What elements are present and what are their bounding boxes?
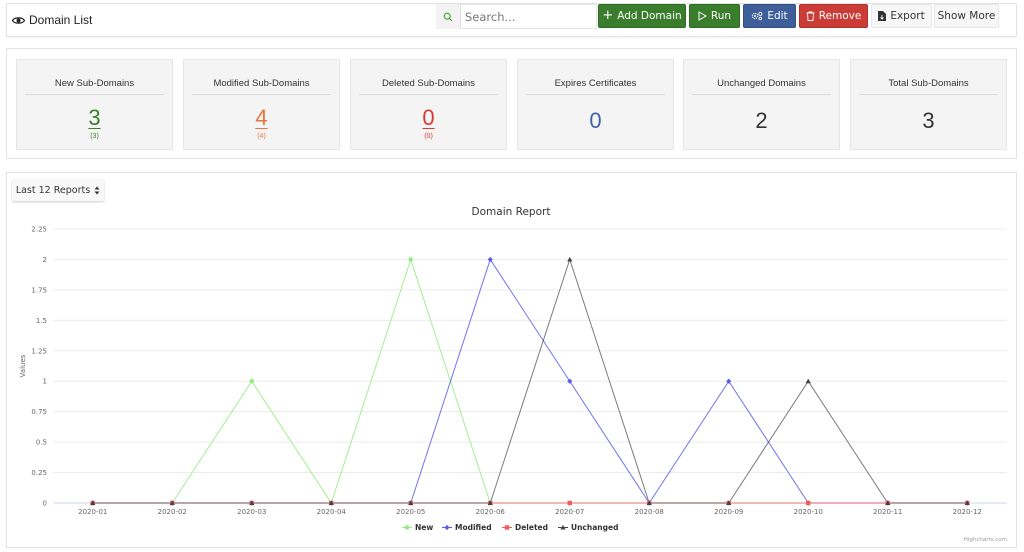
x-tick-label: 2020-12	[953, 508, 982, 516]
edit-button[interactable]: Edit	[743, 4, 796, 28]
add-domain-button[interactable]: + Add Domain	[598, 4, 686, 28]
run-label: Run	[710, 10, 732, 22]
stat-divider	[526, 94, 665, 95]
y-tick-label: 0.25	[31, 469, 47, 477]
stat-value-link[interactable]: 0	[351, 105, 506, 131]
x-tick-label: 2020-05	[396, 508, 425, 516]
x-tick-label: 2020-09	[714, 508, 743, 516]
legend-symbol-icon[interactable]	[504, 525, 510, 530]
stat-label: Expires Certificates	[554, 78, 637, 89]
stat-label: Modified Sub-Domains	[213, 78, 310, 89]
stat-divider	[25, 94, 164, 95]
export-label: Export	[890, 10, 925, 22]
stat-card-deleted-sub-domains: Deleted Sub-Domains 0 (0)	[350, 59, 507, 150]
stat-label: Total Sub-Domains	[888, 78, 969, 89]
data-point-deleted[interactable]	[806, 500, 811, 506]
legend-symbol-icon[interactable]	[404, 525, 410, 530]
chart-panel: Last 12 Reports Domain Report 0 0.25 0.5 0.…	[6, 172, 1017, 548]
stat-card-modified-sub-domains: Modified Sub-Domains 4 (4)	[183, 59, 340, 150]
data-point-new[interactable]	[249, 379, 254, 384]
chart-title: Domain Report	[472, 206, 551, 218]
trash-icon	[806, 11, 815, 21]
stat-label: Deleted Sub-Domains	[382, 78, 475, 89]
legend-label: Modified	[455, 523, 492, 532]
data-point-new[interactable]	[408, 257, 413, 262]
stat-value: 0	[589, 108, 602, 133]
stats-panel: New Sub-Domains 3 (3) Modified Sub-Domai…	[6, 48, 1017, 159]
stat-value-link[interactable]: 3	[17, 105, 172, 131]
plus-icon: +	[602, 8, 614, 23]
page-title: Domain List	[12, 13, 92, 27]
export-button[interactable]: Export	[871, 4, 932, 28]
domain-report-chart: Domain Report 0 0.25 0.5 0.75 1 1.25 1.5 1.75 2 2…	[19, 206, 1007, 543]
stat-value-link[interactable]: 4	[184, 105, 339, 131]
y-tick-label: 0.5	[36, 439, 47, 447]
search-group	[436, 4, 597, 29]
x-tick-label: 2020-07	[555, 508, 584, 516]
stat-sub-value: (4)	[257, 133, 266, 140]
file-export-icon	[878, 11, 887, 21]
stat-card-total-sub-domains: Total Sub-Domains 3	[850, 59, 1007, 150]
data-point-modified[interactable]	[487, 256, 493, 263]
search-icon[interactable]	[436, 4, 460, 29]
y-tick-label: 0	[43, 500, 47, 508]
legend-label: Deleted	[515, 523, 548, 532]
y-tick-label: 2	[43, 256, 47, 264]
x-tick-label: 2020-04	[317, 508, 347, 516]
stat-label: Unchanged Domains	[717, 78, 806, 89]
stat-label: New Sub-Domains	[54, 78, 135, 89]
search-input[interactable]	[460, 4, 597, 29]
show-more-label: Show More	[937, 10, 996, 22]
stat-divider	[192, 94, 331, 95]
y-tick-label: 1.75	[31, 286, 47, 294]
eye-icon	[12, 16, 25, 24]
y-tick-label: 1.5	[36, 317, 47, 325]
stat-value: 2	[755, 108, 768, 133]
x-tick-label: 2020-01	[78, 508, 107, 516]
legend-symbol-icon[interactable]	[444, 524, 450, 531]
remove-button[interactable]: Remove	[799, 4, 868, 28]
stat-value: 3	[922, 108, 935, 133]
data-point-modified[interactable]	[726, 378, 732, 384]
gears-icon	[752, 11, 763, 21]
x-tick-label: 2020-11	[873, 508, 902, 516]
run-button[interactable]: Run	[689, 4, 740, 28]
legend-label: Unchanged	[571, 523, 618, 532]
play-icon	[698, 11, 707, 21]
legend-item-new[interactable]: New	[402, 523, 433, 532]
x-tick-label: 2020-08	[635, 508, 664, 516]
add-domain-label: Add Domain	[617, 10, 682, 22]
stat-divider	[692, 94, 831, 95]
stat-card-unchanged-domains: Unchanged Domains 2	[683, 59, 840, 150]
y-tick-label: 0.75	[31, 408, 47, 416]
x-tick-label: 2020-10	[794, 508, 823, 516]
x-tick-label: 2020-06	[476, 508, 506, 516]
stat-sub-value: (0)	[424, 133, 433, 140]
stat-divider	[859, 94, 998, 95]
legend-item-modified[interactable]: Modified	[442, 523, 492, 532]
y-tick-label: 2.25	[31, 226, 47, 234]
page-title-text: Domain List	[29, 13, 93, 27]
stat-card-new-sub-domains: New Sub-Domains 3 (3)	[16, 59, 173, 150]
y-tick-label: 1.25	[31, 347, 47, 355]
show-more-button[interactable]: Show More	[934, 4, 999, 28]
x-tick-label: 2020-03	[237, 508, 266, 516]
edit-label: Edit	[767, 10, 788, 22]
legend-label: New	[415, 523, 433, 532]
stat-divider	[359, 94, 498, 95]
y-tick-label: 1	[43, 378, 47, 386]
legend-item-unchanged[interactable]: Unchanged	[558, 523, 618, 532]
chart-credits[interactable]: Highcharts.com	[964, 537, 1007, 543]
data-point-modified[interactable]	[567, 378, 573, 384]
remove-label: Remove	[818, 10, 862, 22]
x-tick-label: 2020-02	[158, 508, 187, 516]
stat-card-expires-certificates: Expires Certificates 0	[517, 59, 674, 150]
legend-item-deleted[interactable]: Deleted	[502, 523, 548, 532]
stat-sub-value: (3)	[90, 133, 99, 140]
y-axis-title: Values	[19, 354, 27, 377]
data-point-deleted[interactable]	[567, 500, 572, 506]
